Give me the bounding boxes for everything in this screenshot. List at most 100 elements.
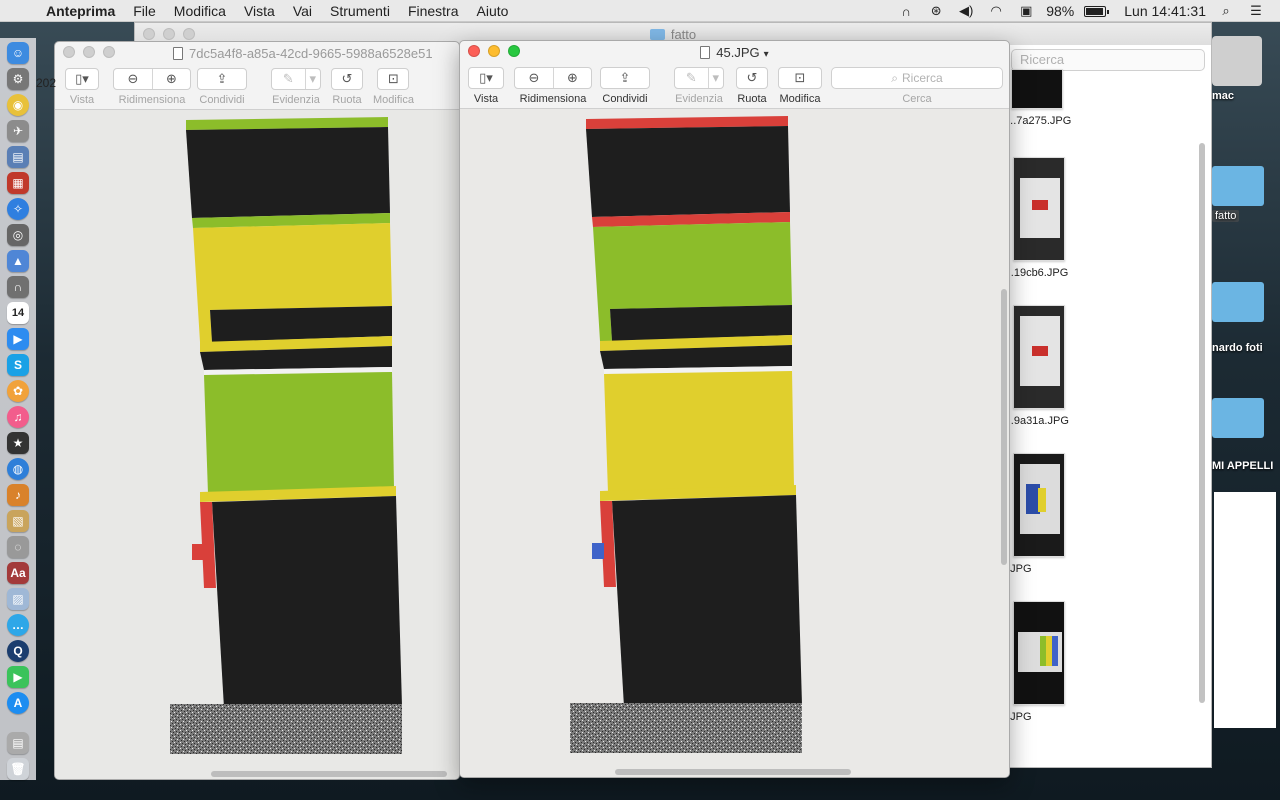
wifi-icon[interactable]: ◠ xyxy=(986,3,1006,19)
finder-zoom-button[interactable] xyxy=(183,28,195,40)
finder-scrollbar[interactable] xyxy=(1199,143,1205,703)
finder-file-item[interactable]: -...19cb6.JPG xyxy=(1001,157,1131,279)
calendar-icon[interactable]: 14 xyxy=(7,302,29,324)
volume-icon[interactable]: ◀︎) xyxy=(956,3,976,19)
desktop-folder-nardo[interactable]: nardo foti xyxy=(1212,282,1280,354)
image-canvas-left[interactable] xyxy=(55,110,459,779)
zoom-out-icon[interactable]: ⊖ xyxy=(515,68,553,88)
menu-vista[interactable]: Vista xyxy=(235,3,284,19)
markup-button[interactable]: ⊡ xyxy=(778,67,822,89)
finder-file-item[interactable]: 3.JPG xyxy=(1001,453,1131,575)
downloads-stack-icon[interactable]: ▤ xyxy=(7,732,29,754)
horizontal-scrollbar[interactable] xyxy=(615,769,851,775)
desktop-drive[interactable]: mac xyxy=(1212,36,1280,102)
zoom-out-icon[interactable]: ⊖ xyxy=(114,69,152,89)
share-button[interactable]: ⇪ xyxy=(197,68,247,90)
finder-file-item[interactable]: -...9a31a.JPG xyxy=(1001,305,1131,427)
minimize-button[interactable] xyxy=(488,45,500,57)
facetime-icon[interactable]: ▶ xyxy=(7,666,29,688)
close-button[interactable] xyxy=(468,45,480,57)
chrome-icon[interactable]: ◉ xyxy=(7,94,29,116)
photo-booth-icon[interactable]: ▦ xyxy=(7,172,29,194)
notification-center-icon[interactable]: ☰ xyxy=(1246,3,1266,19)
trash-icon[interactable]: 🗑 xyxy=(7,758,29,780)
search-input[interactable]: ⌕ Ricerca xyxy=(831,67,1003,89)
garageband-icon[interactable]: ♪ xyxy=(7,484,29,506)
rotate-label: Ruota xyxy=(332,94,362,106)
battery-icon[interactable] xyxy=(1084,5,1110,17)
menu-modifica[interactable]: Modifica xyxy=(165,3,235,19)
rotate-button[interactable]: ↺ xyxy=(736,67,768,89)
dvd-player-icon[interactable]: ◌ xyxy=(7,536,29,558)
vpn-icon[interactable]: ∩ xyxy=(896,4,916,19)
battery-percent[interactable]: 98% xyxy=(1046,3,1074,19)
toolbox-icon: ⊡ xyxy=(794,70,806,85)
share-button[interactable]: ⇪ xyxy=(600,67,650,89)
spotlight-search-icon[interactable]: ⌕ xyxy=(1216,3,1236,19)
app-store-icon[interactable]: A xyxy=(7,692,29,714)
preview-right-titlebar[interactable]: 45.JPG ▾ xyxy=(460,41,1009,63)
accessibility-icon[interactable]: ⊛ xyxy=(926,3,946,19)
finder-icon[interactable]: ☺ xyxy=(7,42,29,64)
finder-search-field[interactable]: Ricerca xyxy=(1011,49,1205,71)
file-name: 6.JPG xyxy=(1001,711,1032,723)
zoom-in-icon[interactable]: ⊕ xyxy=(552,68,591,88)
itunes-icon[interactable]: ♫ xyxy=(7,406,29,428)
iphoto-icon[interactable]: ◍ xyxy=(7,458,29,480)
finder-minimize-button[interactable] xyxy=(163,28,175,40)
menu-file[interactable]: File xyxy=(124,3,165,19)
preview-right-toolbar: ▯▾ Vista ⊖ ⊕ Ridimensiona ⇪ Condividi ✎ … xyxy=(460,63,1009,109)
launchpad-icon[interactable]: ✈ xyxy=(7,120,29,142)
dictionary-icon[interactable]: Aa xyxy=(7,562,29,584)
finder-close-button[interactable] xyxy=(143,28,155,40)
file-thumbnail xyxy=(1013,601,1065,705)
vertical-scrollbar[interactable] xyxy=(1001,289,1007,565)
preview-left-close-button[interactable] xyxy=(63,46,75,58)
tunnel-icon[interactable]: ∩ xyxy=(7,276,29,298)
horizontal-scrollbar[interactable] xyxy=(211,771,447,777)
skype-icon[interactable]: S xyxy=(7,354,29,376)
highlight-icon[interactable]: ✎ xyxy=(272,69,305,89)
finder-file-item[interactable]: d...7a275.JPG xyxy=(1001,69,1131,127)
chevron-down-icon[interactable]: ▾ xyxy=(707,68,723,88)
highlight-label: Evidenzia xyxy=(675,93,723,105)
image-canvas-right[interactable] xyxy=(460,109,1009,777)
system-preferences-icon[interactable]: ⚙ xyxy=(7,68,29,90)
desktop-folder-fatto[interactable]: fatto xyxy=(1212,166,1280,222)
idvd-icon[interactable]: ▧ xyxy=(7,510,29,532)
zoom-in-icon[interactable]: ⊕ xyxy=(151,69,190,89)
imovie-icon[interactable]: ★ xyxy=(7,432,29,454)
webcam-icon[interactable]: ◎ xyxy=(7,224,29,246)
view-menu-button[interactable]: ▯▾ xyxy=(468,67,504,89)
preview-doc-icon[interactable]: ▨ xyxy=(7,588,29,610)
safari-icon[interactable]: ✧ xyxy=(7,198,29,220)
preview-app-icon[interactable]: ▲ xyxy=(7,250,29,272)
menu-vai[interactable]: Vai xyxy=(284,3,321,19)
highlight-icon[interactable]: ✎ xyxy=(675,68,708,88)
chevron-down-icon[interactable]: ▾ xyxy=(304,69,320,89)
markup-button[interactable]: ⊡ xyxy=(377,68,410,90)
messages-icon[interactable]: … xyxy=(7,614,29,636)
finder-file-item[interactable]: 6.JPG xyxy=(1001,601,1131,723)
zoom-icon[interactable]: ▶ xyxy=(7,328,29,350)
view-menu-button[interactable]: ▯▾ xyxy=(65,68,99,90)
rotate-button[interactable]: ↺ xyxy=(331,68,363,90)
menu-aiuto[interactable]: Aiuto xyxy=(468,3,518,19)
menu-strumenti[interactable]: Strumenti xyxy=(321,3,399,19)
keyboard-layout-icon[interactable]: ▣ xyxy=(1016,3,1036,19)
preview-left-titlebar[interactable]: 7dc5a4f8-a85a-42cd-9665-5988a6528e51 xyxy=(55,42,459,64)
search-group: ⌕ Ricerca Cerca xyxy=(831,67,1003,105)
share-group: ⇪ Condividi xyxy=(600,67,650,105)
clock[interactable]: Lun 14:41:31 xyxy=(1124,3,1206,19)
photos-icon[interactable]: ✿ xyxy=(7,380,29,402)
preview-left-zoom-button[interactable] xyxy=(103,46,115,58)
rotate-label: Ruota xyxy=(737,93,767,105)
menu-app-name[interactable]: Anteprima xyxy=(40,3,124,19)
document-title-right[interactable]: 45.JPG ▾ xyxy=(700,45,769,60)
quicktime-icon[interactable]: Q xyxy=(7,640,29,662)
desktop-folder-appelli[interactable]: MI APPELLI xyxy=(1212,398,1280,472)
menu-finestra[interactable]: Finestra xyxy=(399,3,468,19)
network-icon[interactable]: ▤ xyxy=(7,146,29,168)
preview-left-minimize-button[interactable] xyxy=(83,46,95,58)
zoom-button[interactable] xyxy=(508,45,520,57)
